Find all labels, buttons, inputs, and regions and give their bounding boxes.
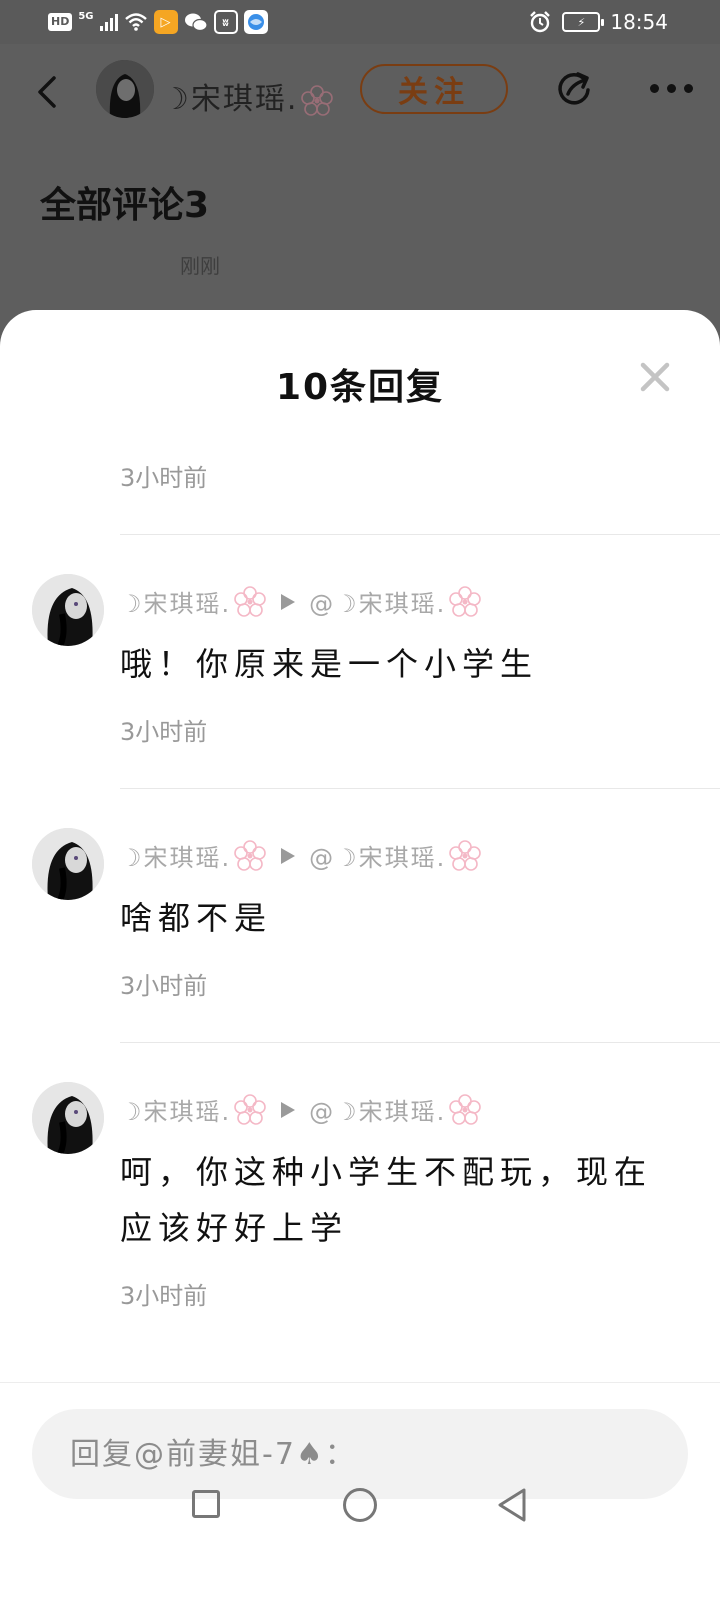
nav-back-icon[interactable] bbox=[494, 1486, 530, 1524]
flower-icon bbox=[449, 1093, 482, 1125]
reply-time: 3小时前 bbox=[120, 464, 208, 492]
flower-icon bbox=[449, 585, 482, 617]
wifi-icon bbox=[124, 13, 147, 31]
reply-arrow-icon bbox=[281, 1101, 296, 1118]
reply-header: ☽宋琪瑶. @☽宋琪瑶. bbox=[120, 584, 482, 619]
avatar[interactable] bbox=[32, 574, 104, 646]
flower-icon bbox=[449, 839, 482, 871]
signal-icon bbox=[99, 13, 118, 31]
reply-target[interactable]: @☽宋琪瑶. bbox=[309, 838, 446, 873]
app-notification-icon: ▷ bbox=[153, 10, 178, 34]
status-left: HD 5G ▷ ʬ bbox=[48, 10, 268, 34]
reply-arrow-icon bbox=[281, 847, 296, 864]
reply-time: 3小时前 bbox=[120, 972, 208, 1000]
sheet-title: 10条回复 bbox=[275, 367, 445, 408]
flower-icon bbox=[234, 839, 266, 871]
comment-timestamp: 刚刚 bbox=[180, 254, 220, 278]
recent-apps-icon[interactable] bbox=[192, 1490, 220, 1518]
reply-input[interactable] bbox=[32, 1409, 688, 1499]
share-icon[interactable] bbox=[554, 68, 594, 108]
follow-button[interactable]: 关注 bbox=[360, 64, 508, 114]
status-bar: HD 5G ▷ ʬ ⚡ 18:54 bbox=[0, 0, 720, 44]
divider bbox=[120, 788, 720, 789]
baidu-icon: ʬ bbox=[213, 10, 238, 34]
replies-sheet: 10条回复 3小时前 ☽宋琪瑶. @☽宋琪瑶. 哦！你原来是一个小学生 3小时前… bbox=[0, 310, 720, 1600]
status-time: 18:54 bbox=[610, 10, 668, 34]
post-header: ☽宋琪瑶. 关注 bbox=[0, 44, 720, 140]
author-avatar[interactable] bbox=[96, 60, 154, 118]
reply-header: ☽宋琪瑶. @☽宋琪瑶. bbox=[120, 1092, 482, 1127]
reply-target[interactable]: @☽宋琪瑶. bbox=[309, 1092, 446, 1127]
reply-author[interactable]: ☽宋琪瑶. bbox=[120, 584, 231, 619]
reply-text: 哦！你原来是一个小学生 bbox=[120, 645, 539, 683]
reply-header: ☽宋琪瑶. @☽宋琪瑶. bbox=[120, 838, 482, 873]
flower-icon bbox=[234, 1093, 266, 1125]
avatar[interactable] bbox=[32, 1082, 104, 1154]
network-type: 5G bbox=[78, 10, 94, 22]
browser-icon bbox=[243, 10, 268, 34]
close-icon[interactable] bbox=[638, 360, 672, 394]
flower-icon bbox=[301, 84, 334, 116]
reply-author[interactable]: ☽宋琪瑶. bbox=[120, 838, 231, 873]
reply-text: 啥都不是 bbox=[120, 899, 273, 937]
back-icon[interactable] bbox=[32, 74, 62, 110]
reply-author[interactable]: ☽宋琪瑶. bbox=[120, 1092, 231, 1127]
avatar[interactable] bbox=[32, 828, 104, 900]
divider bbox=[120, 1042, 720, 1043]
author-name[interactable]: ☽宋琪瑶. bbox=[162, 74, 334, 118]
status-right: ⚡ 18:54 bbox=[528, 10, 668, 34]
all-comments-heading: 全部评论3 bbox=[40, 185, 210, 226]
reply-target[interactable]: @☽宋琪瑶. bbox=[309, 584, 446, 619]
wechat-icon bbox=[184, 13, 208, 32]
reply-text: 呵，你这种小学生不配玩，现在应该好好上学 bbox=[120, 1153, 653, 1247]
battery-icon: ⚡ bbox=[562, 12, 605, 32]
reply-arrow-icon bbox=[281, 593, 296, 610]
reply-time: 3小时前 bbox=[120, 1282, 208, 1310]
hd-badge: HD bbox=[48, 13, 73, 31]
divider bbox=[120, 534, 720, 535]
alarm-icon bbox=[530, 11, 551, 33]
home-icon[interactable] bbox=[343, 1488, 377, 1522]
more-icon[interactable] bbox=[650, 84, 693, 93]
reply-time: 3小时前 bbox=[120, 718, 208, 746]
flower-icon bbox=[234, 585, 266, 617]
